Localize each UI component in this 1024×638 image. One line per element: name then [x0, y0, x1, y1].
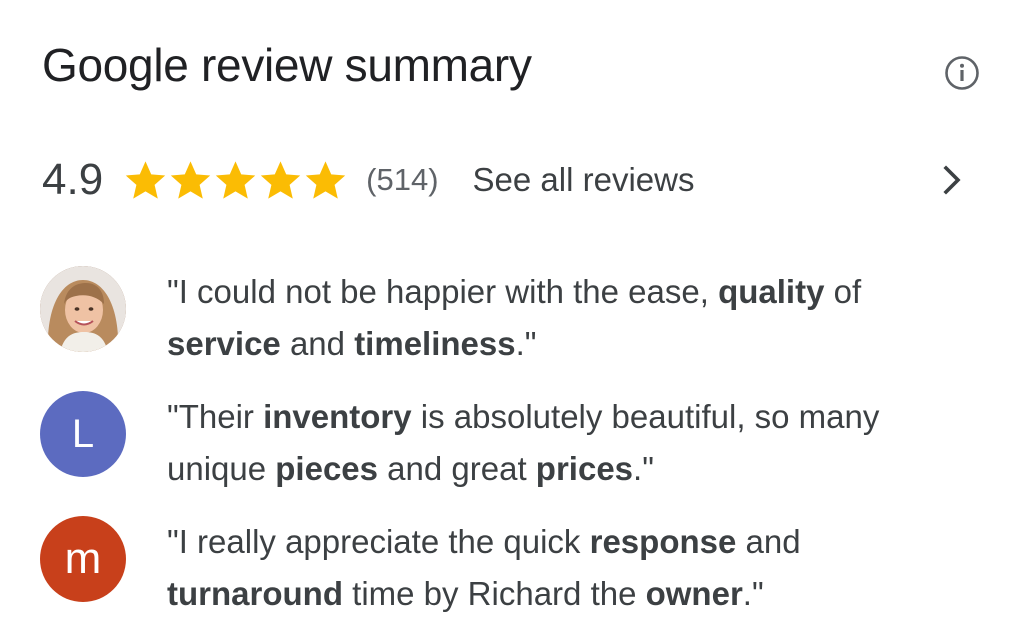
star-rating	[123, 158, 348, 203]
rating-value: 4.9	[42, 155, 104, 204]
chevron-right-icon[interactable]	[936, 162, 968, 198]
star-icon	[168, 158, 213, 203]
avatar: m	[40, 516, 126, 602]
star-icon	[123, 158, 168, 203]
review-summary-card: Google review summary 4.9 (514) See all …	[0, 0, 1024, 638]
review-item: L "Their inventory is absolutely beautif…	[40, 391, 990, 495]
review-count: (514)	[366, 162, 439, 197]
review-item: m "I really appreciate the quick respons…	[40, 516, 990, 620]
avatar	[40, 266, 126, 352]
review-item: "I could not be happier with the ease, q…	[40, 266, 990, 370]
review-text: "I could not be happier with the ease, q…	[167, 273, 862, 362]
review-text: "I really appreciate the quick response …	[167, 523, 801, 612]
star-icon	[303, 158, 348, 203]
page-title: Google review summary	[42, 39, 532, 91]
review-text: "Their inventory is absolutely beautiful…	[167, 398, 880, 487]
see-all-reviews-link[interactable]: See all reviews	[473, 161, 695, 199]
star-icon	[258, 158, 303, 203]
avatar: L	[40, 391, 126, 477]
star-icon	[213, 158, 258, 203]
info-icon[interactable]	[944, 55, 980, 91]
see-all-reviews-row[interactable]: 4.9 (514) See all reviews	[42, 150, 982, 210]
